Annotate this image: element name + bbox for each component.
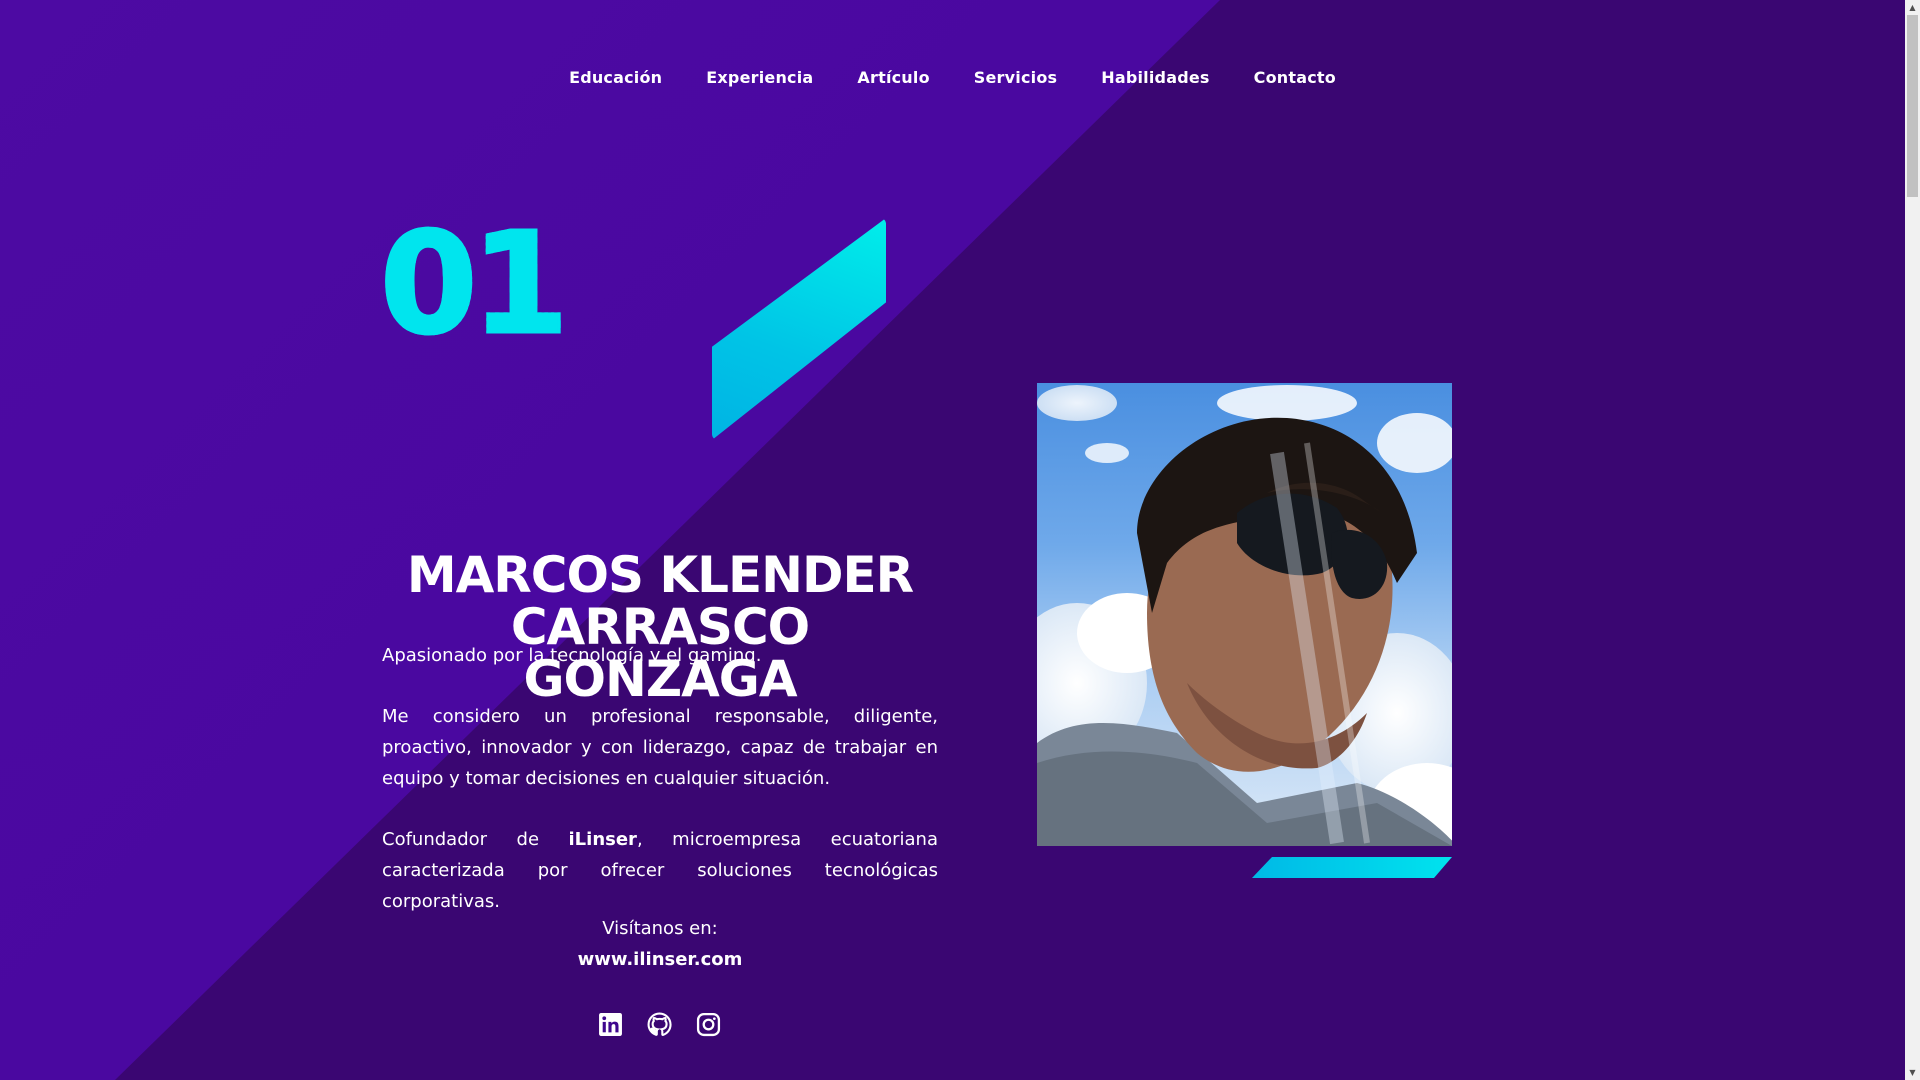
cofounder-prefix: Cofundador de [382,829,569,850]
visit-block: Visítanos en: www.ilinser.com [382,913,938,975]
photo-accent-bar [1252,857,1452,878]
profile-photo-illustration [1037,385,1452,846]
instagram-icon[interactable] [696,1012,721,1037]
profile-photo [1037,383,1452,846]
nav-link-articulo[interactable]: Artículo [857,68,929,87]
social-links [598,1012,721,1037]
nav-link-experiencia[interactable]: Experiencia [706,68,813,87]
portfolio-page: Educación Experiencia Artículo Servicios… [0,0,1920,1080]
scroll-up-arrow-icon[interactable]: ▲ [1905,0,1920,15]
bio-text: Apasionado por la tecnología y el gaming… [382,640,938,947]
bio-cofounder: Cofundador de iLinser, microempresa ecua… [382,824,938,917]
nav-link-habilidades[interactable]: Habilidades [1101,68,1209,87]
website-link[interactable]: www.ilinser.com [382,944,938,975]
main-navigation: Educación Experiencia Artículo Servicios… [0,68,1905,87]
diagonal-background-band [0,0,1220,1080]
scroll-down-arrow-icon[interactable]: ▼ [1905,1065,1920,1080]
bio-description: Me considero un profesional responsable,… [382,706,938,789]
company-name: iLinser [568,829,637,850]
nav-link-contacto[interactable]: Contacto [1254,68,1336,87]
nav-link-educacion[interactable]: Educación [569,68,662,87]
github-icon[interactable] [647,1012,672,1037]
scrollbar-thumb[interactable] [1907,15,1918,197]
section-number: 01 [379,203,571,366]
bio-tagline: Apasionado por la tecnología y el gaming… [382,645,762,666]
vertical-scrollbar[interactable]: ▲ ▼ [1905,0,1920,1080]
visit-label: Visítanos en: [602,918,718,939]
nav-link-servicios[interactable]: Servicios [974,68,1057,87]
linkedin-icon[interactable] [598,1012,623,1037]
